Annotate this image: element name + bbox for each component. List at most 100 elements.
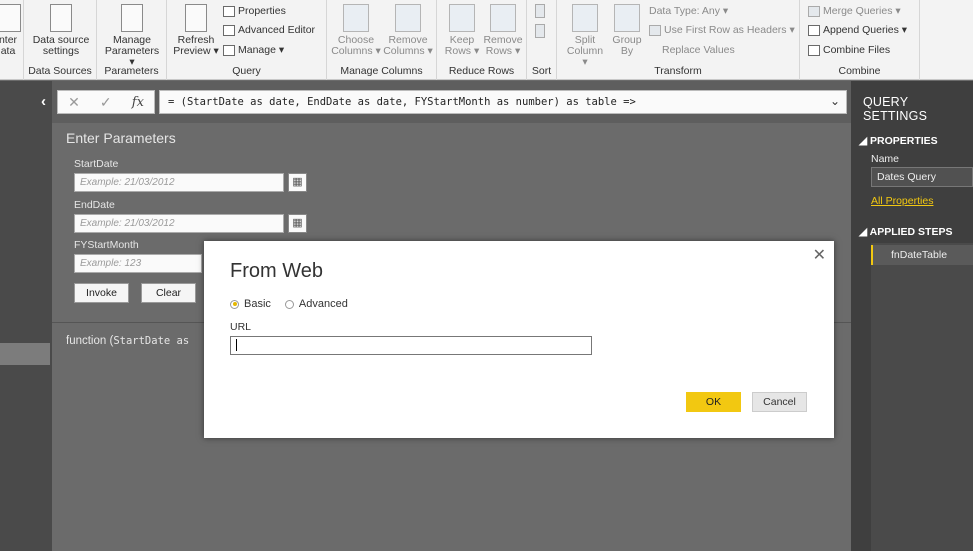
ribbon-group-query: Refresh Preview ▾ Properties Advanced Ed…: [167, 0, 327, 80]
calendar-icon[interactable]: ▦: [288, 173, 307, 192]
group-label-reduce-rows: Reduce Rows: [448, 65, 515, 77]
query-name-input[interactable]: Dates Query: [871, 167, 973, 187]
data-source-settings-icon: [50, 4, 72, 32]
properties-button[interactable]: Properties: [223, 5, 286, 17]
remove-columns-button[interactable]: Remove Columns ▾: [383, 4, 433, 57]
choose-columns-button[interactable]: Choose Columns ▾: [331, 4, 381, 57]
enter-parameters-title: Enter Parameters: [66, 130, 176, 146]
sort-ascending-button[interactable]: [535, 4, 545, 18]
startdate-input[interactable]: Example: 21/03/2012: [74, 173, 284, 192]
data-source-settings-button[interactable]: Data source settings: [30, 4, 92, 57]
get-data-button[interactable]: nter ata: [0, 4, 22, 57]
ribbon-group-reduce-rows: Keep Rows ▾ Remove Rows ▾ Reduce Rows: [437, 0, 527, 80]
calendar-icon[interactable]: ▦: [288, 214, 307, 233]
cancel-formula-icon[interactable]: ✕: [68, 94, 80, 111]
clear-button[interactable]: Clear: [141, 283, 196, 303]
text-caret: [236, 339, 237, 352]
parameters-icon: [121, 4, 143, 32]
applied-steps-section[interactable]: ◢ APPLIED STEPS: [859, 226, 952, 238]
ok-button[interactable]: OK: [686, 392, 741, 412]
query-settings-title: QUERY SETTINGS: [863, 95, 928, 123]
ribbon-group-get-data: nter ata: [0, 0, 24, 80]
remove-columns-icon: [395, 4, 421, 32]
split-column-icon: [572, 4, 598, 32]
ribbon-group-manage-columns: Choose Columns ▾ Remove Columns ▾ Manage…: [327, 0, 437, 80]
query-settings-pane: QUERY SETTINGS ◢ PROPERTIES Name Dates Q…: [851, 81, 973, 551]
manage-button[interactable]: Manage ▾: [223, 44, 284, 56]
ribbon-group-combine: Merge Queries ▾ Append Queries ▾ Combine…: [800, 0, 920, 80]
group-label-manage-columns: Manage Columns: [340, 65, 423, 77]
manage-icon: [223, 44, 235, 56]
use-first-row-headers-button[interactable]: Use First Row as Headers ▾: [649, 24, 795, 36]
formula-input[interactable]: = (StartDate as date, EndDate as date, F…: [159, 90, 847, 114]
ribbon-group-transform: Split Column ▾ Group By Data Type: Any ▾…: [557, 0, 800, 80]
group-label-sort: Sort: [531, 65, 552, 77]
data-type-dropdown[interactable]: Data Type: Any ▾: [649, 5, 728, 17]
fx-icon[interactable]: fx: [132, 95, 144, 110]
function-signature: function (StartDate as: [66, 335, 190, 347]
group-label-parameters: Parameters: [104, 65, 159, 77]
manage-parameters-button[interactable]: Manage Parameters ▾: [101, 4, 163, 68]
choose-columns-icon: [343, 4, 369, 32]
invoke-button[interactable]: Invoke: [74, 283, 129, 303]
ribbon: nter ata Data source settings Data Sourc…: [0, 0, 973, 80]
formula-bar: ✕ ✓ fx = (StartDate as date, EndDate as …: [52, 81, 851, 123]
split-column-button[interactable]: Split Column ▾: [563, 4, 607, 68]
dialog-title: From Web: [230, 260, 323, 282]
combine-files-button[interactable]: Combine Files: [808, 44, 890, 56]
enddate-label: EndDate: [74, 199, 115, 211]
group-label-transform: Transform: [654, 65, 702, 77]
queries-pane-collapsed: ‹: [0, 81, 52, 551]
merge-queries-icon: [808, 5, 820, 17]
keep-rows-button[interactable]: Keep Rows ▾: [443, 4, 481, 57]
chevron-down-icon[interactable]: ⌄: [830, 94, 840, 108]
refresh-preview-button[interactable]: Refresh Preview ▾: [173, 4, 219, 57]
url-label: URL: [230, 321, 252, 333]
ribbon-group-parameters: Manage Parameters ▾ Parameters: [97, 0, 167, 80]
group-by-button[interactable]: Group By: [609, 4, 645, 57]
ribbon-group-sort: Sort: [527, 0, 557, 80]
name-label: Name: [871, 153, 900, 165]
fystartmonth-input[interactable]: Example: 123: [74, 254, 202, 273]
all-properties-link[interactable]: All Properties: [871, 195, 933, 207]
append-queries-icon: [808, 24, 820, 36]
sort-ascending-icon: [535, 4, 545, 18]
replace-values-icon: [649, 45, 659, 56]
group-label-combine: Combine: [838, 65, 881, 77]
basic-radio[interactable]: Basic: [230, 298, 271, 310]
radio-selected-icon: [230, 299, 239, 309]
group-label-query: Query: [232, 65, 261, 77]
refresh-icon: [185, 4, 207, 32]
from-web-dialog: ✕ From Web Basic Advanced URL OK Cancel: [204, 241, 834, 438]
url-input[interactable]: [230, 336, 592, 355]
sort-descending-icon: [535, 24, 545, 38]
group-by-icon: [614, 4, 640, 32]
enddate-input[interactable]: Example: 21/03/2012: [74, 214, 284, 233]
advanced-radio[interactable]: Advanced: [284, 298, 348, 310]
close-icon[interactable]: ✕: [813, 245, 826, 265]
remove-rows-icon: [490, 4, 516, 32]
append-queries-button[interactable]: Append Queries ▾: [808, 24, 907, 36]
selected-query-indicator[interactable]: [0, 343, 50, 365]
applied-step-item[interactable]: fnDateTable: [871, 245, 973, 265]
ribbon-group-data-sources: Data source settings Data Sources: [24, 0, 97, 80]
mode-radio-group: Basic Advanced: [230, 298, 348, 310]
fystartmonth-label: FYStartMonth: [74, 239, 139, 251]
properties-icon: [223, 5, 235, 17]
keep-rows-icon: [449, 4, 475, 32]
remove-rows-button[interactable]: Remove Rows ▾: [483, 4, 523, 57]
table-icon: [0, 4, 21, 32]
merge-queries-button[interactable]: Merge Queries ▾: [808, 5, 901, 17]
radio-unselected-icon: [284, 299, 294, 309]
advanced-editor-button[interactable]: Advanced Editor: [223, 24, 315, 36]
combine-files-icon: [808, 44, 820, 56]
advanced-editor-icon: [223, 24, 235, 36]
cancel-button[interactable]: Cancel: [752, 392, 807, 412]
commit-formula-icon[interactable]: ✓: [100, 94, 112, 111]
sort-descending-button[interactable]: [535, 24, 545, 38]
chevron-left-icon[interactable]: ‹: [41, 93, 46, 110]
properties-section[interactable]: ◢ PROPERTIES: [859, 135, 938, 147]
formula-controls: ✕ ✓ fx: [57, 90, 155, 114]
startdate-label: StartDate: [74, 158, 119, 170]
replace-values-button[interactable]: Replace Values: [649, 44, 735, 56]
